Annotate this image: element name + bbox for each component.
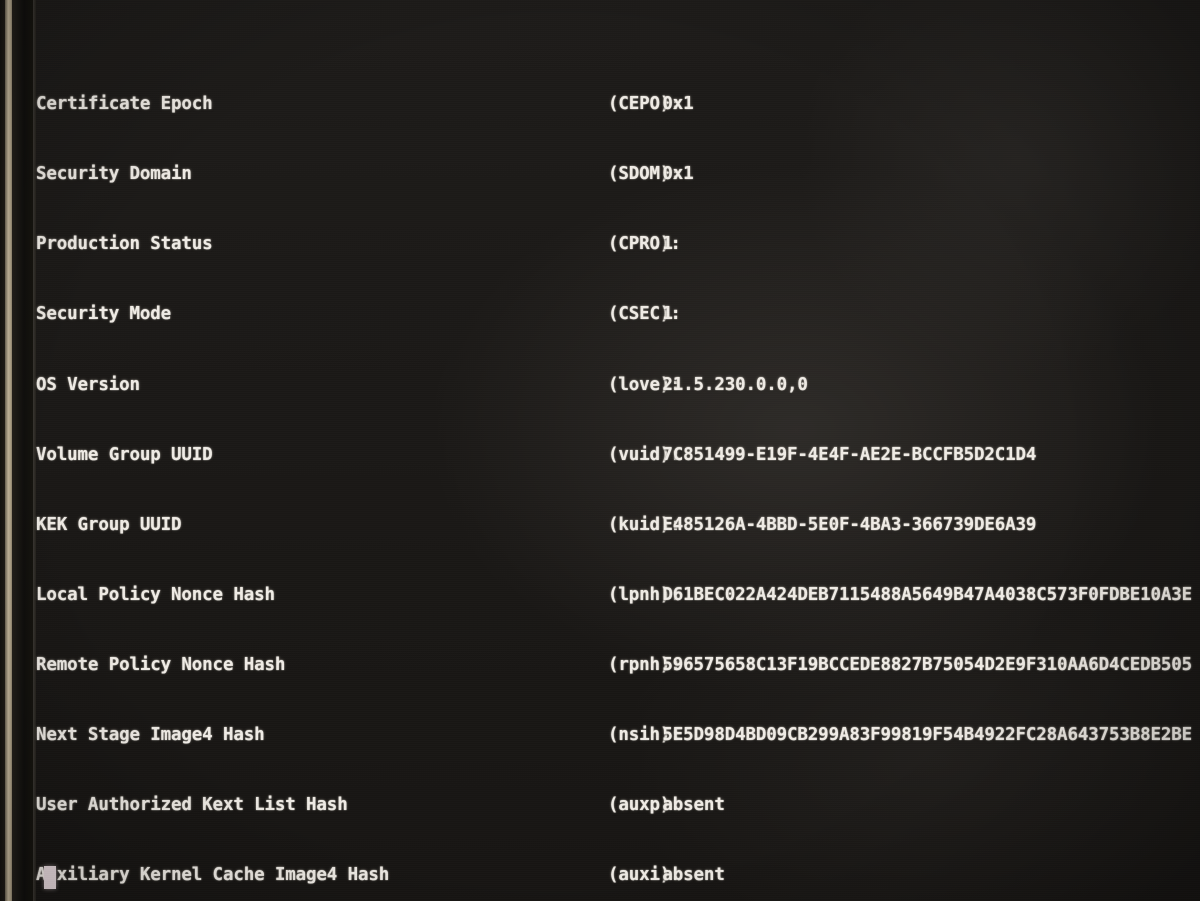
row-tag: (auxp):: [608, 794, 681, 815]
text-cursor: [44, 866, 56, 889]
row-value: 21.5.230.0.0,0: [662, 374, 808, 395]
row-label: Remote Policy Nonce Hash: [36, 654, 286, 675]
row-value: 1: [662, 234, 673, 255]
row-tag: (love):: [608, 374, 681, 395]
screen-photo: Certificate Epoch (CEPO): 0x1 Security Do…: [0, 0, 1200, 901]
row-value: 5E5D98D4BD09CB299A83F99819F54B4922FC28A6…: [662, 724, 1193, 745]
row-tag: (kuid):: [608, 514, 681, 535]
row-label: KEK Group UUID: [36, 514, 182, 535]
row-tag: (rpnh):: [608, 654, 681, 675]
row-label: Local Policy Nonce Hash: [36, 584, 275, 605]
table-row: User Authorized Kext List Hash (auxp): ab…: [36, 794, 1200, 817]
row-label: Next Stage Image4 Hash: [36, 724, 265, 745]
row-label: Certificate Epoch: [36, 94, 213, 115]
row-tag: (lpnh):: [608, 584, 681, 605]
table-row: OS Version (love): 21.5.230.0.0,0: [36, 374, 1200, 397]
terminal-output: Certificate Epoch (CEPO): 0x1 Security Do…: [36, 0, 1200, 901]
table-row: Security Domain (SDOM): 0x1: [36, 163, 1200, 186]
table-row: KEK Group UUID (kuid): E485126A-4BBD-5E0F…: [36, 514, 1200, 537]
row-tag: (nsih):: [608, 724, 681, 745]
row-tag: (CPRO):: [608, 234, 681, 255]
terminal-screen[interactable]: Certificate Epoch (CEPO): 0x1 Security Do…: [36, 0, 1200, 901]
row-label: OS Version: [36, 374, 140, 395]
row-label: Auxiliary Kernel Cache Image4 Hash: [36, 864, 390, 885]
row-value: E485126A-4BBD-5E0F-4BA3-366739DE6A39: [662, 514, 1037, 535]
table-row: Next Stage Image4 Hash (nsih): 5E5D98D4BD…: [36, 724, 1200, 747]
row-tag: (vuid):: [608, 444, 681, 465]
row-tag: (CEPO):: [608, 94, 681, 115]
row-tag: (CSEC):: [608, 304, 681, 325]
table-row: Security Mode (CSEC): 1: [36, 303, 1200, 326]
table-row: Remote Policy Nonce Hash (rpnh): 59657565…: [36, 654, 1200, 677]
row-label: Volume Group UUID: [36, 444, 213, 465]
table-row: Production Status (CPRO): 1: [36, 233, 1200, 256]
row-label: User Authorized Kext List Hash: [36, 794, 348, 815]
row-value: 596575658C13F19BCCEDE8827B75054D2E9F310A…: [662, 654, 1193, 675]
row-value: 7C851499-E19F-4E4F-AE2E-BCCFB5D2C1D4: [662, 444, 1037, 465]
row-value: 1: [662, 304, 673, 325]
row-tag: (auxi):: [608, 864, 681, 885]
table-row: Auxiliary Kernel Cache Image4 Hash (auxi)…: [36, 864, 1200, 887]
row-tag: (SDOM):: [608, 164, 681, 185]
row-value: 0x1: [662, 94, 694, 115]
display-bezel-inner: [12, 0, 34, 901]
table-row: Certificate Epoch (CEPO): 0x1: [36, 93, 1200, 116]
row-label: Security Mode: [36, 304, 172, 325]
table-row: Volume Group UUID (vuid): 7C851499-E19F-4…: [36, 444, 1200, 467]
row-value: 0x1: [662, 164, 694, 185]
row-value: absent: [662, 864, 725, 885]
row-value: D61BEC022A424DEB7115488A5649B47A4038C573…: [662, 584, 1193, 605]
row-value: absent: [662, 794, 725, 815]
table-row: Local Policy Nonce Hash (lpnh): D61BEC022…: [36, 584, 1200, 607]
row-label: Security Domain: [36, 164, 192, 185]
row-label: Production Status: [36, 234, 213, 255]
